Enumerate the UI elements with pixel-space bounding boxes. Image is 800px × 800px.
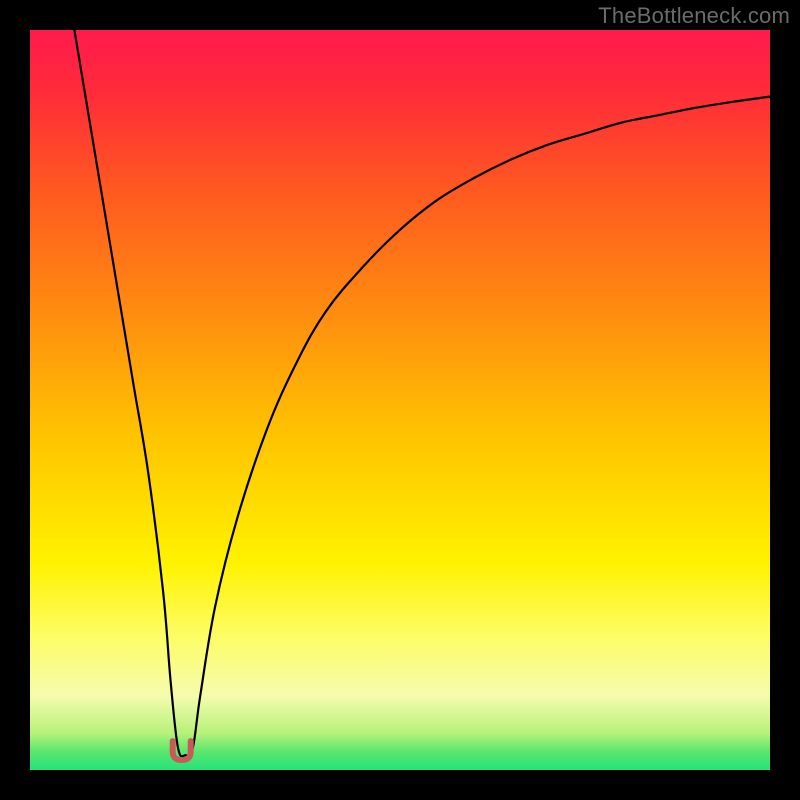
minimum-marker bbox=[173, 741, 191, 760]
bottleneck-curve bbox=[30, 30, 770, 770]
watermark-text: TheBottleneck.com bbox=[598, 3, 790, 29]
chart-plot-area bbox=[30, 30, 770, 770]
